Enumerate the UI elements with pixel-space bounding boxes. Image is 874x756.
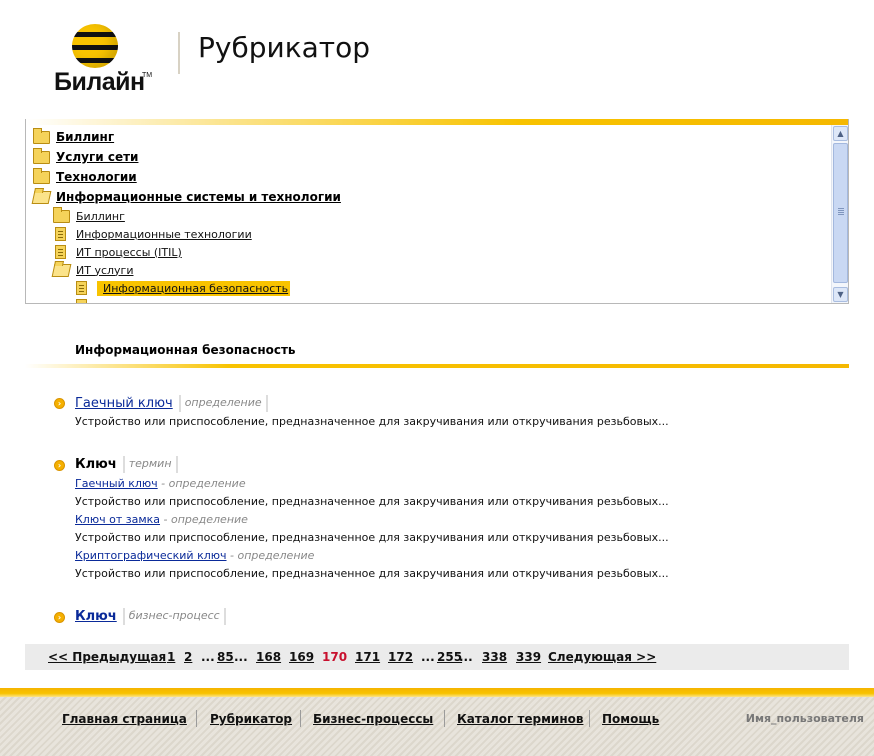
result-title: Ключ бизнес-процесс <box>75 608 226 625</box>
footer-link-rubricator[interactable]: Рубрикатор <box>210 712 292 726</box>
tree-item-label: ИТ процессы (ITIL) <box>76 245 182 259</box>
page-ellipsis: ... <box>201 650 215 664</box>
folder-icon <box>33 127 50 144</box>
tree-item-info-security[interactable]: Информационная безопасность <box>74 279 291 297</box>
bullet-arrow-icon: › <box>54 460 65 471</box>
folder-open-icon <box>51 263 72 277</box>
tree-item-info-tech[interactable]: Информационные технологии <box>53 225 252 243</box>
tree-item-label: Биллинг <box>76 209 125 223</box>
footer-separator <box>589 710 590 727</box>
tree-item-billing-sub[interactable]: Биллинг <box>53 206 125 225</box>
logo-trademark: TM <box>142 72 153 79</box>
footer-separator <box>444 710 445 727</box>
sub-result-description: Устройство или приспособление, предназна… <box>75 531 669 544</box>
logo-text: Билайн <box>54 68 145 96</box>
sub-result-kind: - определение <box>160 513 248 526</box>
logo-ball-icon <box>72 24 118 68</box>
tree-item-it-services[interactable]: ИТ услуги <box>51 261 134 279</box>
scroll-down-button[interactable]: ▼ <box>833 287 848 302</box>
footer-link-home[interactable]: Главная страница <box>62 712 187 726</box>
tree-item-cut-off[interactable] <box>74 297 97 303</box>
sub-result-kind: - определение <box>226 549 315 562</box>
beeline-logo[interactable]: Билайн TM <box>54 24 154 96</box>
page-title: Рубрикатор <box>198 31 370 64</box>
folder-open-icon <box>31 190 52 204</box>
tree-item-technologies[interactable]: Технологии <box>33 167 137 186</box>
tree-item-label-selected: Информационная безопасность <box>97 280 291 296</box>
scroll-grip-icon <box>838 208 844 209</box>
section-title: Информационная безопасность <box>75 343 296 357</box>
footer-separator <box>196 710 197 727</box>
folder-icon <box>53 206 70 223</box>
page-ellipsis: ... <box>234 650 248 664</box>
result-type-tag: бизнес-процесс <box>122 608 226 625</box>
page-ellipsis: ... <box>421 650 435 664</box>
page-link-172[interactable]: 172 <box>388 650 413 664</box>
rubricator-tree-panel: Биллинг Услуги сети Технологии Информаци… <box>25 119 849 304</box>
sub-result-description: Устройство или приспособление, предназна… <box>75 567 669 580</box>
pagination: << Предыдущая 1 2 ... 85 ... 168 169 170… <box>25 644 849 670</box>
prev-page-link[interactable]: << Предыдущая <box>48 650 166 664</box>
tree-scrollbar[interactable]: ▲ ▼ <box>831 125 848 303</box>
sub-result-link[interactable]: Гаечный ключ <box>75 477 158 490</box>
sub-result: Ключ от замка - определение <box>75 513 248 526</box>
scroll-up-button[interactable]: ▲ <box>833 126 848 141</box>
result-title: Гаечный ключ определение <box>75 395 268 412</box>
bullet-arrow-icon: › <box>54 612 65 623</box>
tree-item-label: Информационные системы и технологии <box>56 190 341 204</box>
result-type-tag: определение <box>178 395 268 412</box>
footer-link-help[interactable]: Помощь <box>602 712 659 726</box>
tree-item-label: Биллинг <box>56 130 115 144</box>
footer-link-business-processes[interactable]: Бизнес-процессы <box>313 712 433 726</box>
result-description: Устройство или приспособление, предназна… <box>75 415 669 428</box>
header-divider <box>178 32 180 74</box>
bullet-arrow-icon: › <box>54 398 65 409</box>
document-icon <box>76 281 87 295</box>
next-page-link[interactable]: Следующая >> <box>548 650 656 664</box>
footer-link-terms-catalog[interactable]: Каталог терминов <box>457 712 583 726</box>
folder-icon <box>33 167 50 184</box>
page-link-168[interactable]: 168 <box>256 650 281 664</box>
sub-result: Гаечный ключ - определение <box>75 477 246 490</box>
page-link-1[interactable]: 1 <box>167 650 175 664</box>
current-page: 170 <box>322 650 348 664</box>
result-term: Ключ <box>75 457 117 472</box>
page-ellipsis: ... <box>459 650 473 664</box>
page-link-169[interactable]: 169 <box>289 650 314 664</box>
result-title: Ключ термин <box>75 456 178 473</box>
tree-item-label: ИТ услуги <box>76 263 134 277</box>
tree-item-billing[interactable]: Биллинг <box>33 127 115 146</box>
footer-accent-bar <box>0 688 874 697</box>
footer: Главная страница Рубрикатор Бизнес-проце… <box>0 697 874 756</box>
result-link[interactable]: Ключ <box>75 609 117 624</box>
rubricator-tree: Биллинг Услуги сети Технологии Информаци… <box>26 125 832 303</box>
tree-item-network-services[interactable]: Услуги сети <box>33 147 139 166</box>
sub-result-kind: - определение <box>157 477 246 490</box>
result-link[interactable]: Гаечный ключ <box>75 396 173 411</box>
sub-result-description: Устройство или приспособление, предназна… <box>75 495 669 508</box>
page-link-338[interactable]: 338 <box>482 650 507 664</box>
tree-item-label: Услуги сети <box>56 150 139 164</box>
result-type-tag: термин <box>122 456 178 473</box>
sub-result: Криптографический ключ - определение <box>75 549 314 562</box>
page-link-85[interactable]: 85 <box>217 650 234 664</box>
document-icon <box>55 227 66 241</box>
tree-item-label: Информационные технологии <box>76 227 252 241</box>
tree-item-itil[interactable]: ИТ процессы (ITIL) <box>53 243 182 261</box>
tree-item-label: Технологии <box>56 170 137 184</box>
tree-item-info-systems[interactable]: Информационные системы и технологии <box>31 188 341 206</box>
sub-result-link[interactable]: Ключ от замка <box>75 513 160 526</box>
page-link-339[interactable]: 339 <box>516 650 541 664</box>
section-rule <box>25 364 849 368</box>
sub-result-link[interactable]: Криптографический ключ <box>75 549 227 562</box>
scroll-thumb[interactable] <box>833 143 848 283</box>
footer-separator <box>300 710 301 727</box>
page-link-171[interactable]: 171 <box>355 650 380 664</box>
document-icon <box>76 299 87 303</box>
page-link-2[interactable]: 2 <box>184 650 192 664</box>
document-icon <box>55 245 66 259</box>
folder-icon <box>33 147 50 164</box>
username-label: Имя_пользователя <box>745 712 864 725</box>
